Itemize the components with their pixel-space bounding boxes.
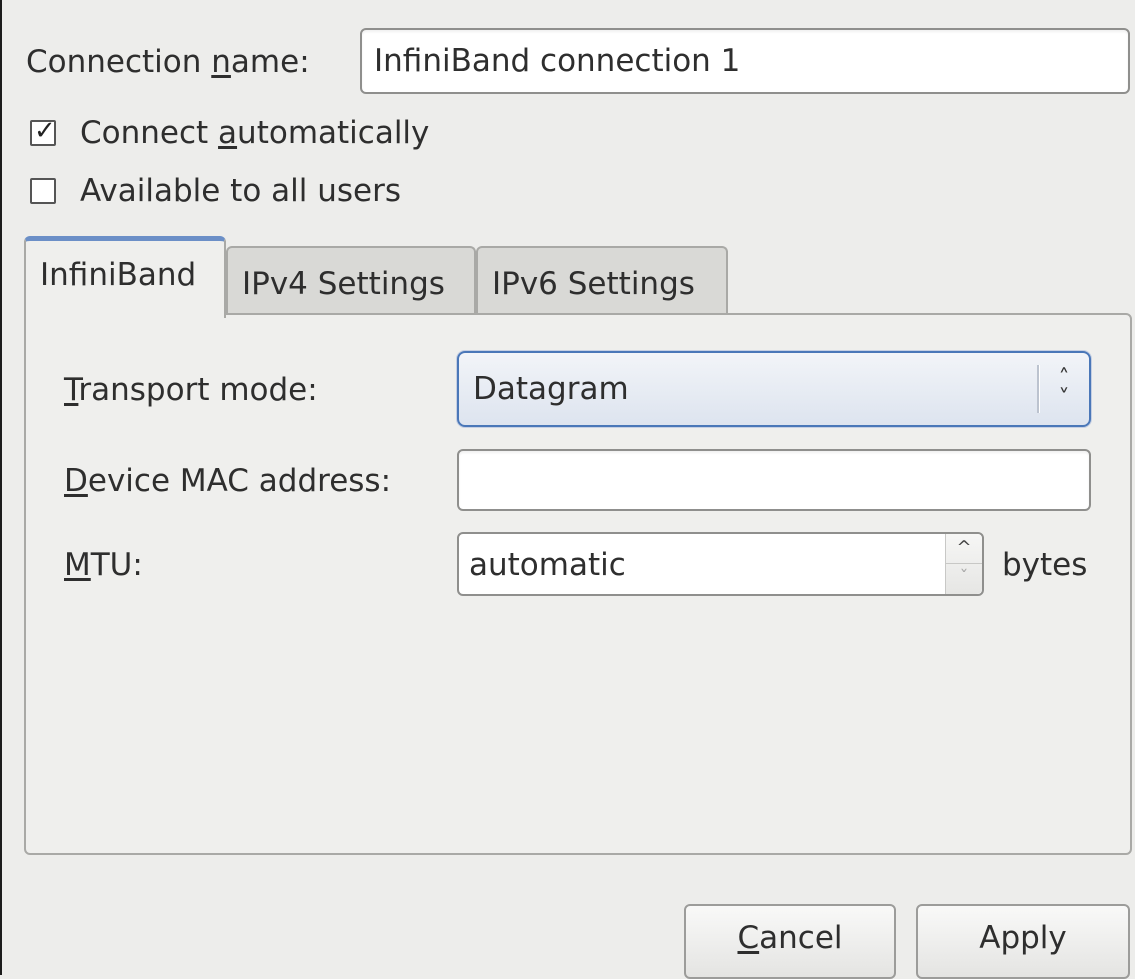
tab-infiniband[interactable]: InfiniBand (24, 236, 226, 318)
connect-automatically-label[interactable]: Connect automatically (80, 113, 429, 153)
up-down-arrows-icon: ˄ ˅ (1049, 368, 1079, 411)
spin-up-icon[interactable]: ^ (946, 534, 982, 564)
connect-automatically-mnemonic: a (218, 115, 238, 151)
device-mac-address-mnemonic: D (64, 463, 88, 499)
connection-name-label-text: Connection (26, 44, 212, 80)
device-mac-address-input[interactable] (457, 449, 1091, 511)
available-to-all-users-checkbox[interactable] (30, 178, 56, 204)
connection-name-field[interactable]: InfiniBand connection 1 (360, 28, 1130, 94)
transport-mode-value: Datagram (473, 371, 629, 407)
transport-mode-label-text: ransport mode: (78, 372, 318, 408)
connection-name-value: InfiniBand connection 1 (374, 43, 741, 79)
connect-automatically-row[interactable]: ✓ Connect automatically (30, 113, 429, 153)
spin-down-icon[interactable]: ˇ (946, 564, 982, 594)
connect-automatically-checkbox[interactable]: ✓ (30, 116, 56, 146)
apply-button[interactable]: Apply (916, 904, 1130, 979)
mtu-spinbox[interactable]: automatic ^ ˇ (457, 532, 984, 596)
transport-mode-select[interactable]: Datagram ˄ ˅ (457, 351, 1091, 427)
mtu-mnemonic: M (64, 547, 91, 583)
tab-ipv6-settings[interactable]: IPv6 Settings (476, 246, 728, 314)
connect-automatically-label-suffix: utomatically (237, 115, 430, 151)
combo-separator (1037, 365, 1040, 413)
checkmark-icon: ✓ (34, 116, 56, 146)
mtu-unit-label: bytes (1002, 547, 1088, 583)
connect-automatically-label-text: Connect (80, 115, 219, 151)
cancel-label-text: ancel (759, 920, 843, 956)
mtu-value: automatic (469, 547, 626, 583)
tab-ipv4-settings[interactable]: IPv4 Settings (226, 246, 476, 314)
chevron-down-icon: ˅ (1058, 386, 1070, 411)
mtu-spin-buttons: ^ ˇ (945, 534, 982, 594)
mtu-label-text: TU: (90, 547, 143, 583)
mtu-label: MTU: (64, 545, 143, 585)
transport-mode-mnemonic: T (64, 372, 79, 408)
connection-name-mnemonic: n (211, 44, 231, 80)
connection-name-label-suffix: ame: (230, 44, 310, 80)
available-to-all-users-row[interactable]: Available to all users (30, 171, 401, 211)
device-mac-address-label-text: evice MAC address: (87, 463, 392, 499)
device-mac-address-label: Device MAC address: (64, 461, 391, 501)
connection-editor-window: Connection name: InfiniBand connection 1… (0, 0, 1135, 979)
available-to-all-users-label[interactable]: Available to all users (80, 171, 401, 211)
connection-name-label: Connection name: (26, 42, 310, 82)
cancel-button[interactable]: Cancel (684, 904, 896, 979)
cancel-mnemonic: C (737, 920, 760, 956)
transport-mode-label: Transport mode: (64, 370, 318, 410)
